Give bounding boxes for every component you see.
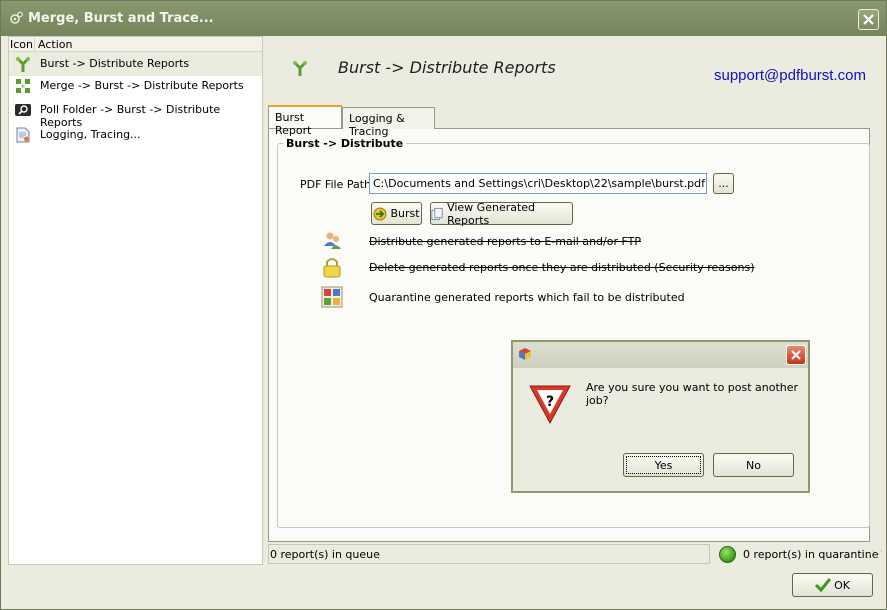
tab-label: Burst Report	[275, 111, 312, 137]
arrow-right-icon	[373, 207, 387, 220]
main-window: Merge, Burst and Trace... Icon Action Bu…	[0, 0, 887, 610]
view-reports-label: View Generated Reports	[447, 200, 536, 227]
logging-icon	[16, 127, 30, 143]
yes-label: Yes	[654, 458, 673, 472]
action-list-header: Icon Action	[9, 37, 262, 52]
action-item-merge[interactable]: Merge -> Burst -> Distribute Reports	[9, 74, 262, 98]
dialog-yes-button[interactable]: Yes	[623, 453, 704, 477]
browse-label: ...	[718, 177, 729, 190]
support-email-link[interactable]: support@pdfburst.com	[714, 67, 866, 84]
window-close-button[interactable]	[858, 9, 879, 30]
app-cube-icon	[519, 348, 531, 360]
action-item-label: Merge -> Burst -> Distribute Reports	[40, 79, 244, 92]
gears-icon	[10, 11, 23, 24]
option-quarantine[interactable]: Quarantine generated reports which fail …	[369, 291, 685, 304]
burst-icon	[16, 57, 30, 72]
column-icon-header: Icon	[10, 38, 33, 51]
warning-question-icon: ?	[529, 385, 571, 425]
option-distribute[interactable]: Distribute generated reports to E-mail a…	[369, 235, 641, 248]
resize-grip-icon[interactable]: ⋰⋰	[866, 550, 883, 560]
action-item-burst[interactable]: Burst -> Distribute Reports	[9, 52, 262, 76]
option-delete[interactable]: Delete generated reports once they are d…	[369, 261, 755, 274]
page-title: Burst -> Distribute Reports	[338, 58, 556, 77]
poll-folder-icon	[15, 104, 31, 116]
checkmark-icon	[815, 578, 832, 592]
dialog-no-button[interactable]: No	[713, 453, 794, 477]
status-led-icon	[719, 546, 736, 563]
burst-header-icon	[293, 61, 307, 76]
svg-text:?: ?	[546, 394, 554, 410]
close-icon	[791, 350, 801, 360]
tab-burst-report[interactable]: Burst Report	[268, 105, 342, 137]
documents-icon	[431, 207, 443, 220]
dialog-title-bar	[513, 342, 808, 368]
pdf-path-input[interactable]: C:\Documents and Settings\cri\Desktop\22…	[369, 173, 707, 194]
close-icon	[863, 14, 874, 25]
no-label: No	[746, 458, 761, 472]
dialog-close-button[interactable]	[786, 345, 806, 365]
action-item-label: Logging, Tracing...	[40, 128, 141, 141]
quarantine-status: 0 report(s) in quarantine	[743, 548, 879, 561]
quarantine-icon	[321, 286, 343, 308]
status-bar: 0 report(s) in queue 0 report(s) in quar…	[268, 544, 883, 566]
ok-button[interactable]: OK	[792, 573, 873, 597]
action-item-logging[interactable]: Logging, Tracing...	[9, 123, 262, 147]
dialog-message: Are you sure you want to post another jo…	[586, 381, 799, 407]
action-list: Icon Action Burst -> Distribute Reports …	[8, 36, 263, 565]
users-icon	[324, 232, 341, 249]
tab-logging-tracing[interactable]: Logging & Tracing	[342, 107, 435, 138]
ok-button-label: OK	[834, 578, 850, 592]
action-item-poll-folder[interactable]: Poll Folder -> Burst -> Distribute Repor…	[9, 98, 262, 129]
column-action-header: Action	[34, 38, 72, 51]
merge-icon	[16, 79, 30, 93]
burst-button-label: Burst	[390, 207, 420, 220]
lock-icon	[323, 258, 341, 278]
burst-button[interactable]: Burst	[371, 202, 422, 225]
confirm-dialog: ? Are you sure you want to post another …	[511, 340, 810, 493]
view-generated-reports-button[interactable]: View Generated Reports	[430, 200, 573, 227]
action-item-label: Burst -> Distribute Reports	[40, 57, 190, 70]
title-bar: Merge, Burst and Trace...	[1, 1, 886, 36]
pdf-path-label: PDF File Path	[300, 178, 371, 191]
window-title: Merge, Burst and Trace...	[28, 11, 214, 26]
browse-button[interactable]: ...	[713, 173, 734, 194]
queue-status: 0 report(s) in queue	[268, 544, 710, 564]
group-title: Burst -> Distribute	[283, 137, 407, 150]
